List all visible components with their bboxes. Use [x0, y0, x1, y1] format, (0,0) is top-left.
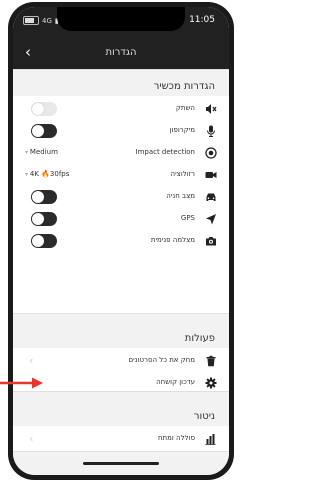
microphone-toggle[interactable] — [31, 124, 57, 138]
row-label: עדכון קושחה — [156, 378, 195, 386]
nav-bar: ‹ הגדרות — [13, 37, 229, 69]
section-device-title: הגדרות מכשיר — [153, 81, 215, 92]
resolution-fps: 30fps — [49, 170, 70, 178]
row-label: Impact detection — [135, 148, 196, 156]
microphone-icon — [205, 125, 217, 137]
row-label: מחק את כל הסרטונים — [128, 356, 195, 364]
location-arrow-icon — [205, 213, 217, 225]
resolution-value: 4K — [29, 170, 39, 178]
status-time: 11:05 — [189, 15, 215, 25]
section-device-header: הגדרות מכשיר — [13, 69, 229, 96]
row-label: מצב חניה — [166, 192, 195, 200]
settings-content: הגדרות מכשיר השתק מיקרופון ▾ Medium Impa… — [13, 69, 229, 475]
row-label: GPS — [180, 214, 195, 222]
row-interior-camera: מצלמה פנימית — [13, 231, 229, 251]
target-icon — [205, 147, 217, 159]
gear-icon — [205, 377, 217, 389]
section-monitoring-header: ניטור — [13, 391, 229, 426]
home-indicator[interactable] — [83, 462, 159, 465]
chevron-left-icon: ‹ — [29, 432, 34, 445]
row-impact-detection[interactable]: ▾ Medium Impact detection — [13, 143, 229, 163]
fire-icon: 🔥 — [41, 170, 50, 178]
video-camera-icon — [205, 169, 217, 181]
row-parking-mode: מצב חניה — [13, 187, 229, 207]
gps-toggle[interactable] — [31, 212, 57, 226]
trash-icon — [205, 355, 217, 367]
row-microphone: מיקרופון — [13, 121, 229, 141]
resolution-select[interactable]: ▾ 4K 🔥30fps — [25, 170, 69, 178]
bar-chart-icon — [205, 433, 217, 445]
section-actions-header: פעולות — [13, 313, 229, 348]
annotation-arrow-icon — [0, 377, 43, 389]
status-bar: 4G ▮▮ 11:05 — [13, 7, 229, 37]
mute-toggle[interactable] — [31, 102, 57, 116]
row-delete-all-videos[interactable]: ‹ מחק את כל הסרטונים — [13, 351, 229, 371]
section-monitoring-title: ניטור — [193, 411, 215, 422]
parking-mode-toggle[interactable] — [31, 190, 57, 204]
row-label: סוללה ומתח — [157, 434, 195, 442]
row-label: מצלמה פנימית — [150, 236, 195, 244]
car-icon — [205, 191, 217, 203]
camera-icon — [205, 235, 217, 247]
impact-select[interactable]: ▾ Medium — [25, 148, 58, 156]
section-actions-title: פעולות — [184, 333, 215, 344]
interior-camera-toggle[interactable] — [31, 234, 57, 248]
row-label: מיקרופון — [169, 126, 195, 134]
network-label: 4G — [42, 16, 52, 25]
row-gps: GPS — [13, 209, 229, 229]
notch — [57, 7, 185, 31]
chevron-left-icon: ‹ — [29, 354, 34, 367]
battery-icon — [23, 16, 39, 25]
page-title: הגדרות — [105, 47, 137, 58]
row-battery-voltage[interactable]: ‹ סוללה ומתח — [13, 429, 229, 449]
row-mute: השתק — [13, 99, 229, 119]
impact-value: Medium — [29, 148, 58, 156]
row-label: רזולוציה — [170, 170, 195, 178]
row-label: השתק — [175, 104, 195, 112]
row-firmware-update[interactable]: עדכון קושחה — [13, 373, 229, 393]
mute-icon — [205, 103, 217, 115]
row-resolution[interactable]: ▾ 4K 🔥30fps רזולוציה — [13, 165, 229, 185]
app-screen: 4G ▮▮ 11:05 ‹ הגדרות הגדרות מכשיר השתק מ… — [13, 7, 229, 475]
